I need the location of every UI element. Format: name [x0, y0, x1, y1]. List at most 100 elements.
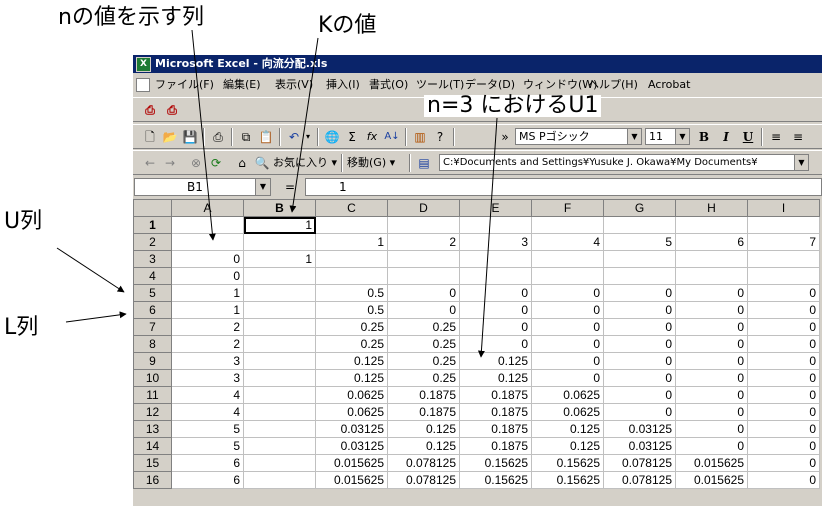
- cell-h5[interactable]: 0: [675, 284, 748, 302]
- cell-i5[interactable]: 0: [747, 284, 820, 302]
- row-header[interactable]: 3: [133, 250, 172, 268]
- menu-file[interactable]: ファイル(F): [155, 74, 214, 95]
- cell-g2[interactable]: 5: [603, 233, 676, 251]
- cell-c15[interactable]: 0.015625: [315, 454, 388, 472]
- cell-a7[interactable]: 2: [171, 318, 244, 336]
- cell-i16[interactable]: 0: [747, 471, 820, 489]
- cell-h16[interactable]: 0.015625: [675, 471, 748, 489]
- cell-c16[interactable]: 0.015625: [315, 471, 388, 489]
- menu-data[interactable]: データ(D): [465, 74, 515, 95]
- new-file-icon[interactable]: 🗋: [141, 129, 159, 145]
- cell-a13[interactable]: 5: [171, 420, 244, 438]
- cell-c3[interactable]: [315, 250, 388, 268]
- cell-i14[interactable]: 0: [747, 437, 820, 455]
- bold-button[interactable]: B: [695, 129, 713, 145]
- cell-c6[interactable]: 0.5: [315, 301, 388, 319]
- cell-f12[interactable]: 0.0625: [531, 403, 604, 421]
- cell-a6[interactable]: 1: [171, 301, 244, 319]
- cell-f11[interactable]: 0.0625: [531, 386, 604, 404]
- address-field[interactable]: C:¥Documents and Settings¥Yusuke J. Okaw…: [439, 154, 809, 171]
- menu-insert[interactable]: 挿入(I): [326, 74, 360, 95]
- cell-g9[interactable]: 0: [603, 352, 676, 370]
- cell-b13[interactable]: [243, 420, 316, 438]
- cell-h3[interactable]: [675, 250, 748, 268]
- cell-f6[interactable]: 0: [531, 301, 604, 319]
- cell-d15[interactable]: 0.078125: [387, 454, 460, 472]
- cell-e7[interactable]: 0: [459, 318, 532, 336]
- cell-i10[interactable]: 0: [747, 369, 820, 387]
- cell-h4[interactable]: [675, 267, 748, 285]
- cell-h9[interactable]: 0: [675, 352, 748, 370]
- cell-c14[interactable]: 0.03125: [315, 437, 388, 455]
- pdf-convert-icon[interactable]: ⎙: [141, 102, 159, 118]
- column-header-d[interactable]: D: [387, 199, 460, 217]
- row-header[interactable]: 2: [133, 233, 172, 251]
- cell-g11[interactable]: 0: [603, 386, 676, 404]
- cell-g16[interactable]: 0.078125: [603, 471, 676, 489]
- back-arrow-icon[interactable]: ←: [141, 155, 159, 171]
- cell-e16[interactable]: 0.15625: [459, 471, 532, 489]
- cell-b9[interactable]: [243, 352, 316, 370]
- stop-icon[interactable]: ⊗: [187, 155, 205, 171]
- row-header[interactable]: 4: [133, 267, 172, 285]
- italic-button[interactable]: I: [717, 129, 735, 145]
- cell-b15[interactable]: [243, 454, 316, 472]
- cell-c7[interactable]: 0.25: [315, 318, 388, 336]
- cell-i9[interactable]: 0: [747, 352, 820, 370]
- cell-b7[interactable]: [243, 318, 316, 336]
- cell-b5[interactable]: [243, 284, 316, 302]
- cell-i15[interactable]: 0: [747, 454, 820, 472]
- cell-e6[interactable]: 0: [459, 301, 532, 319]
- cell-g1[interactable]: [603, 216, 676, 234]
- cell-i6[interactable]: 0: [747, 301, 820, 319]
- cell-f15[interactable]: 0.15625: [531, 454, 604, 472]
- cell-b6[interactable]: [243, 301, 316, 319]
- cell-a5[interactable]: 1: [171, 284, 244, 302]
- column-header-f[interactable]: F: [531, 199, 604, 217]
- cell-a8[interactable]: 2: [171, 335, 244, 353]
- pdf-mail-icon[interactable]: ⎙: [163, 102, 181, 118]
- cell-c5[interactable]: 0.5: [315, 284, 388, 302]
- forward-arrow-icon[interactable]: →: [161, 155, 179, 171]
- cell-e10[interactable]: 0.125: [459, 369, 532, 387]
- cell-i2[interactable]: 7: [747, 233, 820, 251]
- column-header-b[interactable]: B: [243, 199, 316, 217]
- cell-e3[interactable]: [459, 250, 532, 268]
- cell-c4[interactable]: [315, 267, 388, 285]
- cell-d8[interactable]: 0.25: [387, 335, 460, 353]
- cell-g8[interactable]: 0: [603, 335, 676, 353]
- cell-b2[interactable]: [243, 233, 316, 251]
- cell-f14[interactable]: 0.125: [531, 437, 604, 455]
- cell-g15[interactable]: 0.078125: [603, 454, 676, 472]
- refresh-icon[interactable]: ⟳: [207, 155, 225, 171]
- cell-a12[interactable]: 4: [171, 403, 244, 421]
- cell-h13[interactable]: 0: [675, 420, 748, 438]
- cell-h1[interactable]: [675, 216, 748, 234]
- cell-c11[interactable]: 0.0625: [315, 386, 388, 404]
- cell-g3[interactable]: [603, 250, 676, 268]
- cell-h2[interactable]: 6: [675, 233, 748, 251]
- font-name-select[interactable]: MS Pゴシック ▼: [515, 128, 642, 145]
- cell-d4[interactable]: [387, 267, 460, 285]
- cell-b12[interactable]: [243, 403, 316, 421]
- font-size-select[interactable]: 11 ▼: [645, 128, 690, 145]
- cell-a15[interactable]: 6: [171, 454, 244, 472]
- row-header[interactable]: 16: [133, 471, 172, 489]
- cell-h6[interactable]: 0: [675, 301, 748, 319]
- cell-a1[interactable]: [171, 216, 244, 234]
- cell-d14[interactable]: 0.125: [387, 437, 460, 455]
- help-icon[interactable]: ?: [431, 129, 449, 145]
- cell-g12[interactable]: 0: [603, 403, 676, 421]
- row-header[interactable]: 7: [133, 318, 172, 336]
- cell-c13[interactable]: 0.03125: [315, 420, 388, 438]
- cell-b14[interactable]: [243, 437, 316, 455]
- cell-g4[interactable]: [603, 267, 676, 285]
- align-left-icon[interactable]: ≡: [767, 129, 785, 145]
- column-header-e[interactable]: E: [459, 199, 532, 217]
- cell-e2[interactable]: 3: [459, 233, 532, 251]
- cell-c9[interactable]: 0.125: [315, 352, 388, 370]
- cell-d16[interactable]: 0.078125: [387, 471, 460, 489]
- row-header[interactable]: 11: [133, 386, 172, 404]
- menu-window[interactable]: ウィンドウ(W): [523, 74, 597, 95]
- cell-h8[interactable]: 0: [675, 335, 748, 353]
